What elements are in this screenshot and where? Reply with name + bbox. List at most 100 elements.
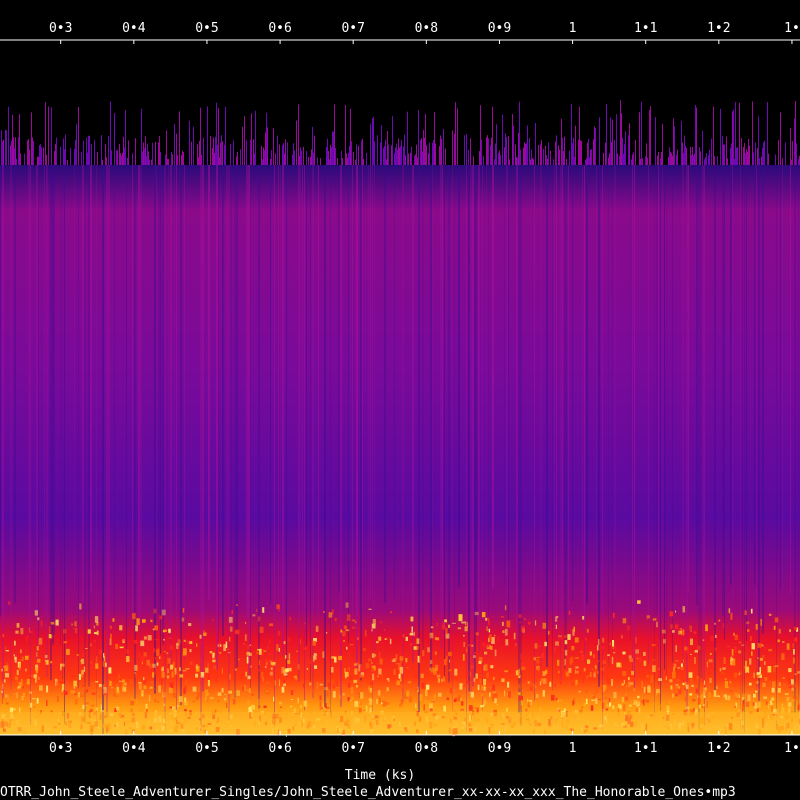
fringe-line	[483, 156, 484, 165]
hot-speckle	[365, 663, 370, 669]
streak	[560, 165, 562, 681]
hot-speckle	[186, 641, 190, 644]
hot-speckle	[406, 666, 409, 669]
streak	[184, 165, 185, 660]
hot-speckle	[501, 621, 504, 626]
hot-speckle	[38, 637, 43, 645]
fringe-line	[314, 135, 315, 165]
hot-speckle	[257, 616, 261, 622]
hot-speckle	[118, 680, 123, 683]
fringe-line	[614, 139, 615, 165]
hot-speckle	[78, 673, 82, 680]
hot-speckle	[348, 682, 351, 688]
hot-speckle	[192, 686, 197, 692]
hot-speckle	[441, 625, 446, 630]
fringe-line	[420, 139, 421, 165]
hot-speckle	[245, 671, 247, 677]
hot-speckle	[682, 629, 685, 636]
hot-speckle	[136, 699, 138, 705]
hot-speckle	[116, 706, 120, 711]
hot-speckle	[524, 618, 526, 620]
fringe-line	[345, 105, 346, 165]
hot-speckle	[466, 647, 468, 653]
hot-speckle	[716, 685, 718, 690]
fringe-line	[267, 127, 268, 165]
hot-speckle	[705, 701, 707, 707]
hot-speckle	[660, 703, 664, 710]
hot-speckle	[448, 669, 452, 672]
top-tick-label-6: 0•9	[488, 21, 511, 36]
fringe-line	[347, 157, 348, 165]
hot-speckle	[309, 682, 312, 686]
fringe-line	[81, 151, 82, 165]
hot-speckle	[568, 667, 572, 673]
hot-speckle	[604, 697, 608, 700]
hot-speckle	[248, 688, 251, 693]
fringe-line	[727, 158, 728, 165]
fringe-line	[498, 152, 499, 165]
hot-speckle	[166, 652, 169, 654]
hot-speckle	[239, 684, 243, 687]
hot-speckle	[210, 697, 214, 699]
fringe-line	[645, 156, 646, 165]
hot-speckle	[673, 703, 677, 709]
hot-speckle	[325, 702, 327, 709]
streak	[370, 165, 371, 599]
hot-speckle	[283, 669, 288, 676]
hot-speckle	[411, 626, 413, 633]
hot-speckle	[738, 641, 742, 644]
fringe-line	[366, 152, 367, 165]
streak	[596, 165, 597, 627]
fringe-line	[794, 118, 795, 165]
hot-speckle	[29, 691, 32, 694]
hot-speckle	[529, 686, 533, 691]
hot-speckle	[72, 675, 76, 677]
hot-speckle	[360, 692, 364, 699]
fringe-line	[388, 144, 389, 165]
hot-speckle	[150, 681, 154, 685]
hot-speckle	[483, 678, 487, 686]
hot-speckle	[470, 691, 475, 698]
hot-speckle	[195, 673, 199, 678]
hot-speckle	[280, 706, 283, 708]
hot-speckle	[140, 640, 145, 647]
hot-speckle	[103, 656, 106, 662]
hot-speckle	[95, 656, 98, 663]
hot-speckle	[110, 633, 112, 639]
hot-speckle	[333, 697, 335, 704]
hot-speckle	[143, 685, 147, 690]
fringe-line	[383, 147, 384, 165]
hot-speckle	[645, 699, 649, 703]
hot-speckle	[493, 691, 496, 693]
hot-speckle	[675, 693, 678, 697]
hot-speckle	[98, 695, 101, 698]
hot-speckle	[287, 660, 291, 664]
hot-speckle	[679, 628, 683, 631]
fringe-line	[332, 131, 333, 165]
hot-speckle	[145, 703, 148, 709]
hot-speckle	[358, 692, 360, 699]
streak	[546, 165, 548, 668]
hot-speckle	[729, 680, 732, 684]
hot-speckle	[607, 654, 610, 657]
hot-speckle	[229, 626, 233, 632]
streak	[96, 165, 97, 723]
hot-speckle	[774, 617, 779, 623]
hot-speckle	[745, 660, 748, 667]
hot-speckle	[79, 694, 84, 698]
hot-speckle	[259, 626, 264, 633]
hot-speckle	[316, 703, 319, 709]
fringe-line	[468, 149, 469, 165]
hot-speckle	[767, 666, 772, 673]
streak	[418, 165, 420, 712]
hot-speckle	[689, 625, 693, 630]
hot-speckle	[307, 704, 309, 707]
streak	[520, 165, 522, 726]
streak	[340, 165, 342, 707]
hot-speckle	[486, 626, 488, 632]
hot-speckle	[474, 652, 476, 654]
hot-speckle	[753, 665, 757, 668]
fringe-line	[705, 157, 706, 165]
fringe-line	[75, 140, 76, 165]
hot-speckle	[582, 676, 585, 683]
